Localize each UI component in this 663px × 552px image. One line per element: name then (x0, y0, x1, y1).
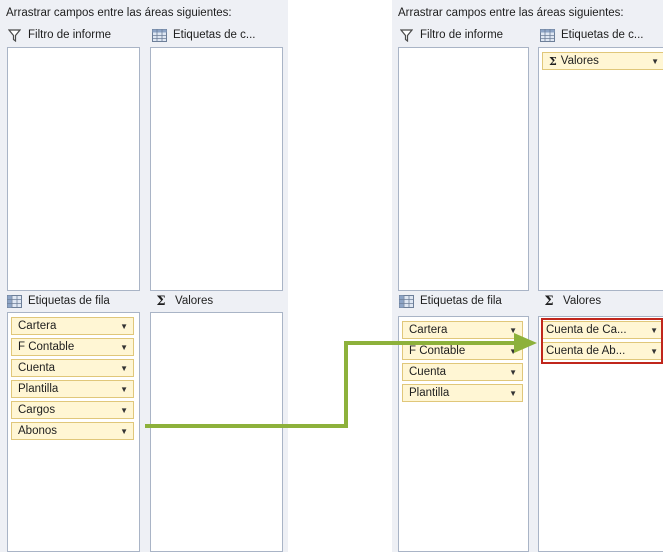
sigma-icon: Σ (156, 293, 166, 309)
values-label: Valores (175, 295, 214, 307)
row-field-label: Abonos (18, 425, 58, 437)
triangle-down-icon[interactable]: ▼ (509, 364, 517, 380)
row-field-label: Cuenta (409, 366, 447, 378)
row-field-label: Plantilla (409, 387, 450, 399)
row-field-item[interactable]: F Contable ▼ (11, 338, 134, 356)
grid-icon (6, 293, 22, 309)
triangle-down-icon[interactable]: ▼ (120, 318, 128, 334)
row-field-label: F Contable (18, 341, 75, 353)
row-field-item[interactable]: Cuenta ▼ (402, 363, 523, 381)
row-field-item[interactable]: Cartera ▼ (402, 321, 523, 339)
values-header: Σ Valores (541, 292, 601, 310)
instruction-text: Arrastrar campos entre las áreas siguien… (398, 7, 624, 19)
triangle-down-icon[interactable]: ▼ (509, 343, 517, 359)
row-labels-label: Etiquetas de fila (28, 295, 110, 307)
row-field-item[interactable]: Cuenta ▼ (11, 359, 134, 377)
triangle-down-icon[interactable]: ▼ (120, 339, 128, 355)
column-labels-area[interactable] (150, 47, 283, 291)
column-labels-header: Etiquetas de c... (151, 26, 255, 44)
row-field-label: Cartera (409, 324, 448, 336)
row-field-item[interactable]: Cargos ▼ (11, 401, 134, 419)
row-labels-area[interactable]: Cartera ▼ F Contable ▼ Cuenta ▼ Plantill… (398, 316, 529, 552)
row-field-item[interactable]: Plantilla ▼ (402, 384, 523, 402)
triangle-down-icon[interactable]: ▼ (120, 381, 128, 397)
column-labels-area[interactable]: Σ Valores ▼ (538, 47, 663, 291)
report-filter-area[interactable] (7, 47, 140, 291)
report-filter-label: Filtro de informe (420, 29, 504, 41)
pivot-field-list-before: Arrastrar campos entre las áreas siguien… (0, 0, 288, 552)
values-header: Σ Valores (153, 292, 213, 310)
triangle-down-icon[interactable]: ▼ (509, 322, 517, 338)
row-field-label: Cartera (18, 320, 57, 332)
funnel-icon (6, 27, 22, 43)
row-labels-area[interactable]: Cartera ▼ F Contable ▼ Cuenta ▼ Plantill… (7, 312, 140, 552)
values-area[interactable] (150, 312, 283, 552)
row-field-item[interactable]: F Contable ▼ (402, 342, 523, 360)
instruction-text: Arrastrar campos entre las áreas siguien… (6, 7, 232, 19)
grid-icon (539, 27, 555, 43)
row-field-label: Cargos (18, 404, 56, 416)
row-field-item[interactable]: Plantilla ▼ (11, 380, 134, 398)
pivot-field-list-after: Arrastrar campos entre las áreas siguien… (392, 0, 663, 552)
values-label: Valores (563, 295, 602, 307)
grid-icon (398, 293, 414, 309)
column-field-item[interactable]: Σ Valores ▼ (542, 52, 663, 70)
report-filter-header: Filtro de informe (6, 26, 111, 44)
row-labels-header: Etiquetas de fila (398, 292, 502, 310)
report-filter-label: Filtro de informe (28, 29, 112, 41)
row-field-label: Plantilla (18, 383, 59, 395)
row-field-label: Cuenta (18, 362, 56, 374)
report-filter-header: Filtro de informe (398, 26, 503, 44)
column-labels-header: Etiquetas de c... (539, 26, 643, 44)
triangle-down-icon[interactable]: ▼ (120, 360, 128, 376)
sigma-icon: Σ (549, 54, 557, 68)
triangle-down-icon[interactable]: ▼ (651, 53, 659, 69)
row-labels-header: Etiquetas de fila (6, 292, 110, 310)
grid-icon (151, 27, 167, 43)
funnel-icon (398, 27, 414, 43)
triangle-down-icon[interactable]: ▼ (509, 385, 517, 401)
column-labels-label: Etiquetas de c... (561, 29, 644, 41)
row-labels-label: Etiquetas de fila (420, 295, 502, 307)
row-field-item[interactable]: Abonos ▼ (11, 422, 134, 440)
column-field-label: Valores (560, 55, 599, 67)
sigma-icon: Σ (544, 293, 554, 309)
row-field-item[interactable]: Cartera ▼ (11, 317, 134, 335)
row-field-label: F Contable (409, 345, 466, 357)
highlight-box (541, 318, 663, 364)
column-labels-label: Etiquetas de c... (173, 29, 256, 41)
triangle-down-icon[interactable]: ▼ (120, 423, 128, 439)
triangle-down-icon[interactable]: ▼ (120, 402, 128, 418)
report-filter-area[interactable] (398, 47, 529, 291)
